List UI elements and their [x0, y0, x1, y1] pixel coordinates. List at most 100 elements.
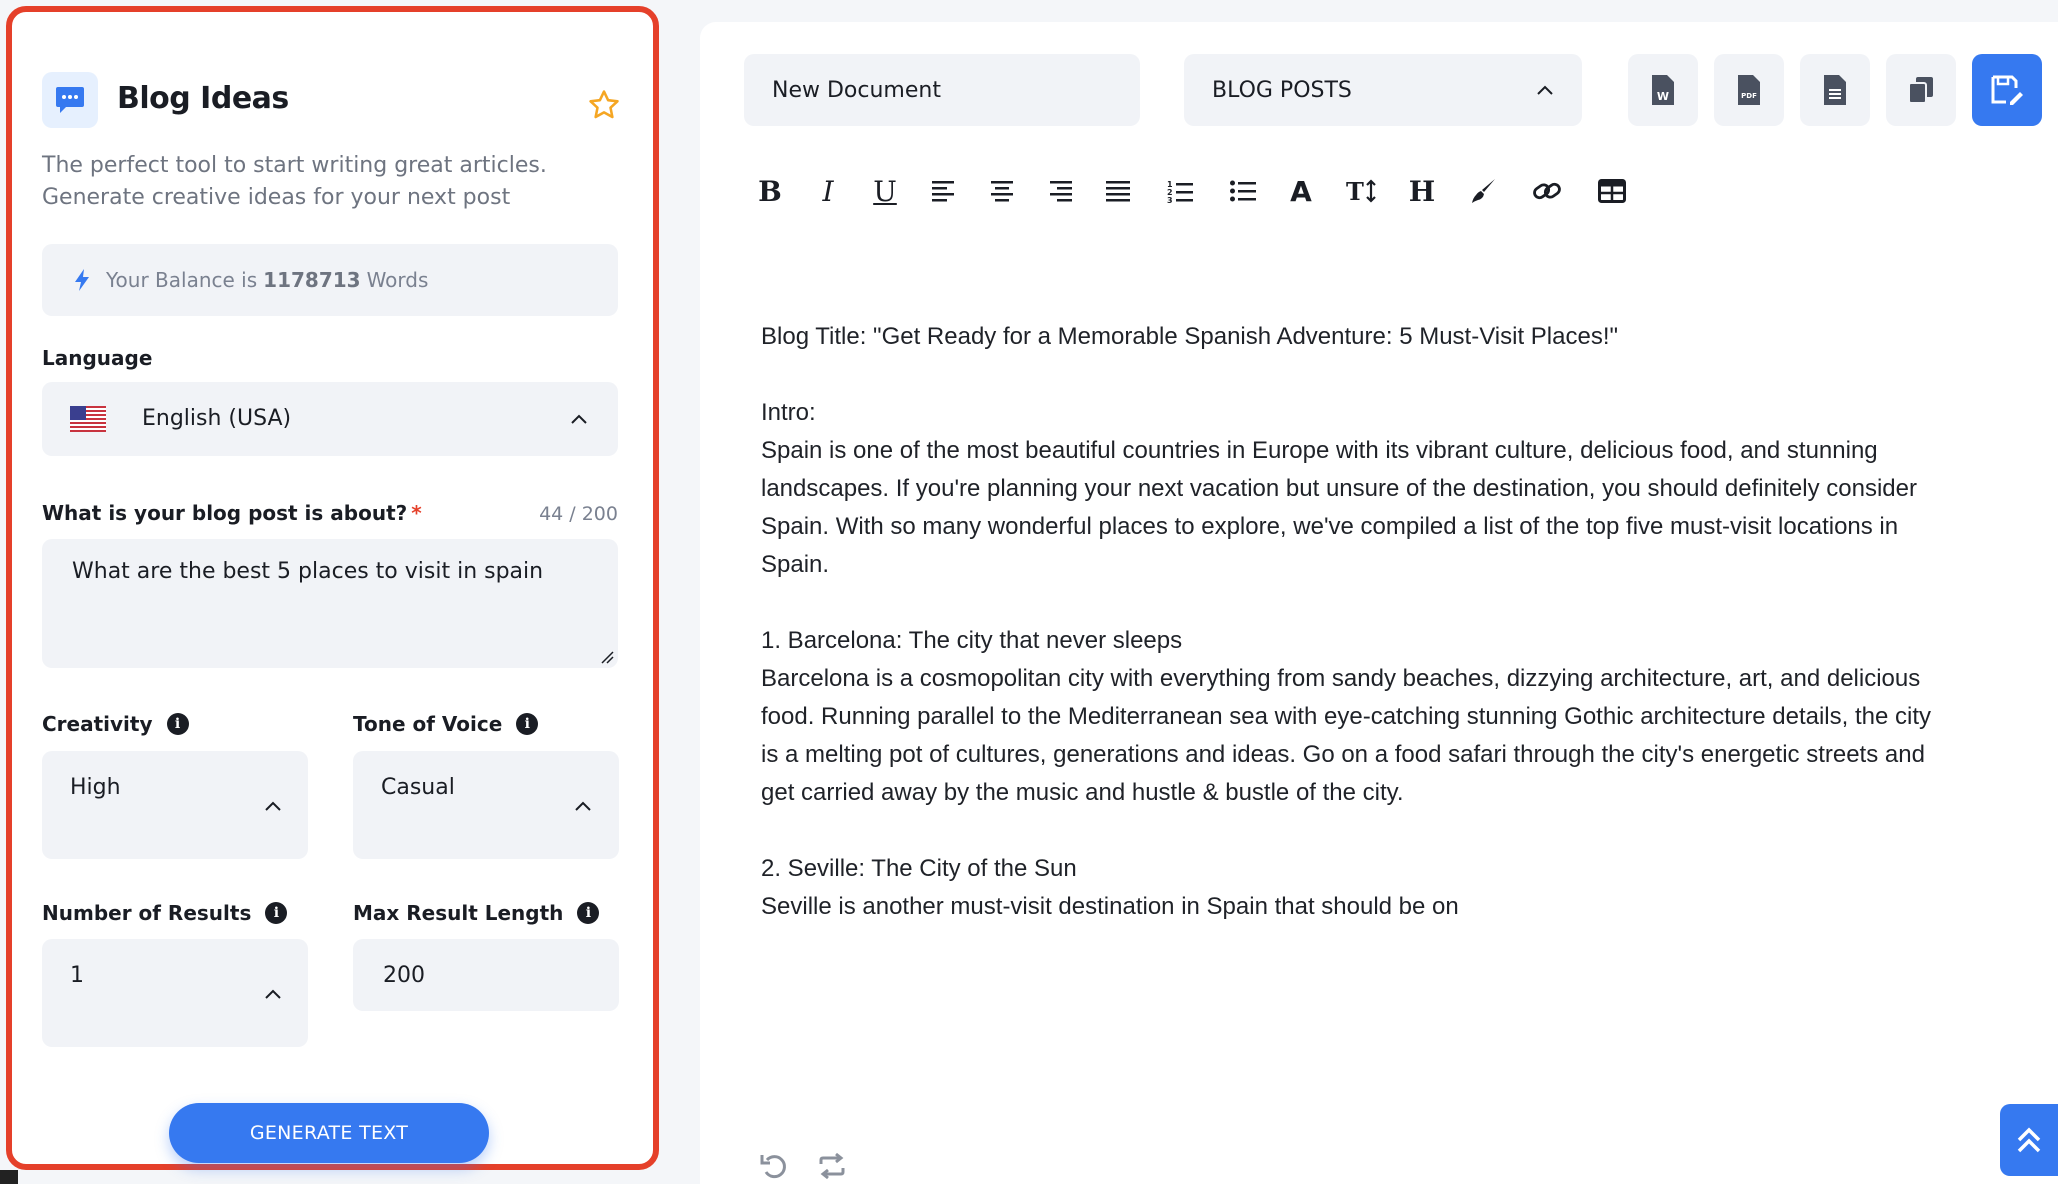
- max-length-label-text: Max Result Length: [353, 901, 564, 925]
- copy-icon: [1908, 77, 1933, 104]
- balance-prefix: Your Balance is: [106, 268, 258, 292]
- italic-button[interactable]: I: [807, 170, 849, 212]
- copy-button[interactable]: [1886, 54, 1956, 126]
- text-height-icon: T: [1346, 178, 1376, 204]
- ordered-list-button[interactable]: 1 2 3: [1159, 170, 1201, 212]
- tool-title: Blog Ideas: [117, 81, 289, 116]
- creativity-value: High: [70, 775, 121, 800]
- results-value: 1: [70, 963, 84, 988]
- tool-panel-content: Blog Ideas The perfect tool to start wri…: [42, 12, 626, 1164]
- chat-bubble-icon: [42, 72, 98, 128]
- tool-panel: Blog Ideas The perfect tool to start wri…: [6, 6, 659, 1170]
- align-center-button[interactable]: [981, 170, 1023, 212]
- paragraph-line: food. Running parallel to the Mediterran…: [761, 703, 1931, 730]
- insert-table-button[interactable]: [1591, 170, 1633, 212]
- table-icon: [1598, 179, 1626, 203]
- info-icon[interactable]: i: [577, 902, 600, 924]
- double-chevron-up-icon: [2017, 1127, 2041, 1153]
- creativity-label: Creativity i: [42, 712, 189, 736]
- results-label-text: Number of Results: [42, 901, 252, 925]
- tone-select[interactable]: Casual: [353, 751, 619, 859]
- document-category-value: BLOG POSTS: [1212, 78, 1352, 103]
- chevron-up-icon: [571, 414, 587, 424]
- tool-description: The perfect tool to start writing great …: [42, 150, 602, 214]
- font-button[interactable]: A: [1280, 170, 1322, 212]
- chevron-up-icon: [575, 801, 591, 811]
- link-icon: [1533, 182, 1561, 200]
- max-length-label: Max Result Length i: [353, 901, 600, 925]
- save-document-button[interactable]: [1972, 54, 2042, 126]
- align-left-icon: [932, 181, 954, 202]
- undo-icon[interactable]: [758, 1150, 790, 1182]
- tone-value: Casual: [381, 775, 455, 800]
- generate-text-button[interactable]: GENERATE TEXT: [169, 1103, 489, 1163]
- paragraph-line: Spain is one of the most beautiful count…: [761, 437, 1878, 464]
- tone-label: Tone of Voice i: [353, 712, 539, 736]
- insert-link-button[interactable]: [1526, 170, 1568, 212]
- language-select[interactable]: English (USA): [42, 382, 618, 456]
- align-left-button[interactable]: [923, 170, 965, 212]
- topic-textarea[interactable]: What are the best 5 places to visit in s…: [42, 539, 618, 668]
- info-icon[interactable]: i: [265, 902, 288, 924]
- export-text-button[interactable]: [1800, 54, 1870, 126]
- svg-text:W: W: [1657, 90, 1669, 103]
- ordered-list-icon: 1 2 3: [1167, 180, 1193, 203]
- editor-panel: BLOG POSTS W PDF: [700, 22, 2058, 1184]
- paint-brush-icon: [1472, 179, 1495, 203]
- language-value: English (USA): [142, 406, 292, 431]
- text-file-icon: [1824, 75, 1846, 105]
- section-heading: 2. Seville: The City of the Sun: [761, 855, 1077, 882]
- character-count: 44 / 200: [539, 503, 618, 525]
- bold-button[interactable]: B: [749, 170, 791, 212]
- tone-label-text: Tone of Voice: [353, 712, 503, 736]
- document-name-input[interactable]: [744, 54, 1140, 126]
- document-category-select[interactable]: BLOG POSTS: [1184, 54, 1582, 126]
- paragraph-line: is a melting pot of cultures, generation…: [761, 741, 1925, 768]
- results-select[interactable]: 1: [42, 939, 308, 1047]
- us-flag-icon: [70, 406, 106, 432]
- svg-text:3: 3: [1167, 196, 1173, 203]
- tool-description-line: The perfect tool to start writing great …: [42, 153, 547, 178]
- export-word-button[interactable]: W: [1628, 54, 1698, 126]
- info-icon[interactable]: i: [516, 713, 539, 735]
- topic-label-text: What is your blog post is about?: [42, 501, 408, 525]
- svg-text:PDF: PDF: [1741, 92, 1757, 100]
- results-label: Number of Results i: [42, 901, 288, 925]
- export-pdf-button[interactable]: PDF: [1714, 54, 1784, 126]
- bullet-list-button[interactable]: [1222, 170, 1264, 212]
- max-length-input[interactable]: [353, 939, 619, 1011]
- blog-title-line: Blog Title: "Get Ready for a Memorable S…: [761, 323, 1619, 350]
- text-color-button[interactable]: [1463, 170, 1505, 212]
- chevron-up-icon: [265, 801, 281, 811]
- corner-marker: [0, 1170, 18, 1184]
- balance-suffix: Words: [366, 268, 429, 292]
- redo-icon[interactable]: [816, 1150, 848, 1182]
- editor-content[interactable]: Blog Title: "Get Ready for a Memorable S…: [761, 318, 2011, 926]
- underline-button[interactable]: U: [864, 170, 906, 212]
- intro-heading: Intro:: [761, 399, 816, 426]
- word-balance: Your Balance is 1178713 Words: [42, 244, 618, 316]
- paragraph-line: Seville is another must-visit destinatio…: [761, 893, 1459, 920]
- chevron-up-icon: [265, 989, 281, 999]
- creativity-select[interactable]: High: [42, 751, 308, 859]
- language-label: Language: [42, 346, 152, 370]
- info-icon[interactable]: i: [166, 713, 189, 735]
- creativity-label-text: Creativity: [42, 712, 153, 736]
- balance-amount: 1178713: [263, 268, 361, 292]
- font-size-button[interactable]: T: [1341, 170, 1383, 212]
- favorite-star-icon[interactable]: [587, 88, 621, 122]
- heading-button[interactable]: H: [1401, 170, 1443, 212]
- svg-text:T: T: [1346, 178, 1364, 204]
- scroll-to-top-button[interactable]: [2000, 1104, 2058, 1176]
- align-right-button[interactable]: [1039, 170, 1081, 212]
- resize-handle-icon[interactable]: [600, 650, 614, 664]
- save-edit-icon: [1991, 75, 2023, 105]
- lightning-icon: [75, 269, 89, 291]
- paragraph-line: Spain. With so many wonderful places to …: [761, 513, 1899, 540]
- justify-button[interactable]: [1097, 170, 1139, 212]
- align-center-icon: [991, 181, 1013, 202]
- section-heading: 1. Barcelona: The city that never sleeps: [761, 627, 1183, 654]
- word-file-icon: W: [1652, 75, 1674, 105]
- language-label-text: Language: [42, 346, 153, 370]
- paragraph-line: Barcelona is a cosmopolitan city with ev…: [761, 665, 1921, 692]
